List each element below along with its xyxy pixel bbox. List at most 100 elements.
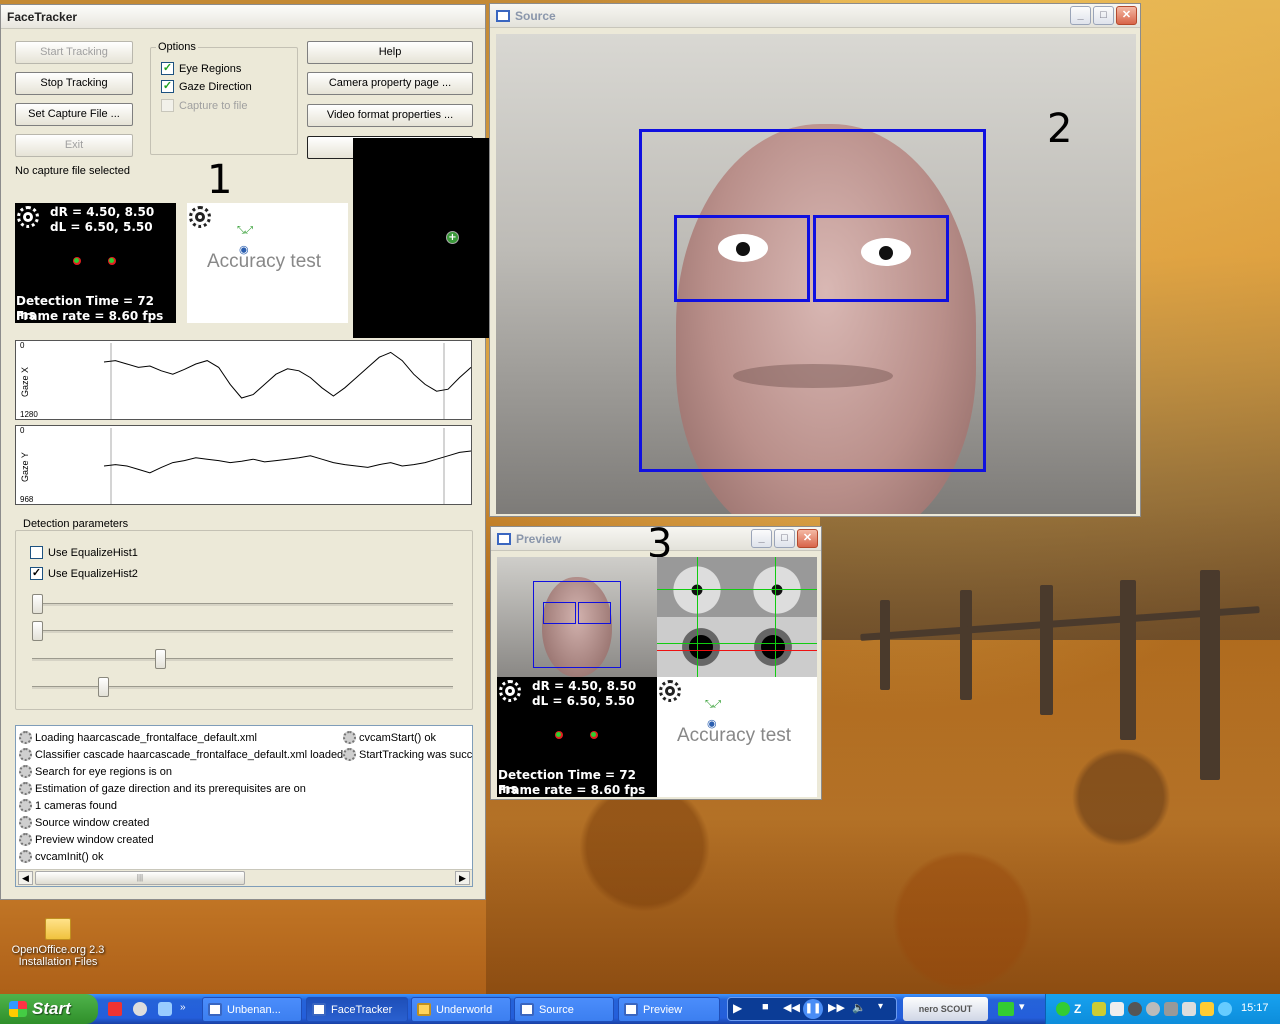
capture-to-file-checkbox[interactable]: Capture to file	[161, 99, 247, 112]
slider-thumb[interactable]	[32, 621, 43, 641]
gaze-direction-checkbox[interactable]: ✓ Gaze Direction	[161, 80, 252, 93]
green-arrow-icon[interactable]	[998, 1002, 1014, 1016]
start-button[interactable]: Start	[0, 994, 98, 1024]
eye-closeups	[657, 557, 817, 677]
desktop-icon-openoffice[interactable]: OpenOffice.org 2.3 Installation Files	[4, 918, 112, 968]
task-underworld[interactable]: Underworld	[411, 997, 511, 1022]
close-icon[interactable]: ✕	[1116, 6, 1137, 25]
dr-value: dR = 4.50, 8.50	[50, 205, 155, 219]
pupil-dot-icon	[590, 731, 598, 739]
help-button[interactable]: Help	[307, 41, 473, 64]
slider-track[interactable]	[32, 603, 453, 606]
tray-icon[interactable]	[1110, 1002, 1124, 1016]
stop-icon[interactable]: ■	[762, 1001, 769, 1013]
gear-icon	[19, 816, 32, 829]
task-source[interactable]: Source	[514, 997, 614, 1022]
slider-thumb[interactable]	[32, 594, 43, 614]
quicklaunch-expand-icon[interactable]: »	[180, 1002, 186, 1013]
facetracker-titlebar[interactable]: FaceTracker	[1, 5, 485, 29]
gear-icon	[19, 833, 32, 846]
preview-accuracy-panel: ⤡⤢ ◉ Accuracy test	[657, 677, 817, 797]
set-capture-file-button[interactable]: Set Capture File ...	[15, 103, 133, 126]
slider-track[interactable]	[32, 658, 453, 661]
left-eye-box	[813, 215, 949, 302]
maximize-icon[interactable]: □	[1093, 6, 1114, 25]
start-tracking-button[interactable]: Start Tracking	[15, 41, 133, 64]
stats-panel: dR = 4.50, 8.50 dL = 6.50, 5.50 Detectio…	[15, 203, 176, 323]
logo-swirl-icon	[17, 206, 39, 228]
tray-icon[interactable]	[1164, 1002, 1178, 1016]
tray-icon[interactable]	[1146, 1002, 1160, 1016]
frame-rate: Frame rate = 8.60 fps	[16, 309, 164, 323]
gear-icon	[19, 765, 32, 778]
tray-icon[interactable]	[1128, 1002, 1142, 1016]
slider-thumb[interactable]	[97, 677, 109, 697]
tray-icon[interactable]	[1200, 1002, 1214, 1016]
minimize-icon[interactable]: _	[1070, 6, 1091, 25]
gear-icon	[19, 850, 32, 863]
eye-regions-checkbox[interactable]: ✓ Eye Regions	[161, 62, 241, 75]
maximize-icon[interactable]: □	[774, 529, 795, 548]
exit-button[interactable]: Exit	[15, 134, 133, 157]
fence-post	[960, 590, 972, 700]
scroll-right-icon[interactable]: ▶	[455, 871, 470, 885]
video-format-properties-button[interactable]: Video format properties ...	[307, 104, 473, 127]
gaze-y-chart	[103, 428, 472, 504]
face-detection-box	[533, 581, 621, 668]
slider-track[interactable]	[32, 686, 453, 689]
pupil-dot-icon	[108, 257, 116, 265]
quicklaunch-icon[interactable]	[133, 1002, 147, 1016]
app-icon	[208, 1003, 222, 1016]
folder-icon	[45, 918, 71, 940]
camera-property-page-button[interactable]: Camera property page ...	[307, 72, 473, 95]
nero-scout-toolbar[interactable]: nero SCOUT	[903, 997, 988, 1021]
task-preview[interactable]: Preview	[618, 997, 720, 1022]
clock[interactable]: 15:17	[1241, 1002, 1269, 1014]
stop-tracking-button[interactable]: Stop Tracking	[15, 72, 133, 95]
pause-icon[interactable]: ❚❚	[803, 999, 823, 1019]
media-player-toolbar: ▶ ■ ◀◀ ❚❚ ▶▶ 🔈 ▾	[727, 997, 897, 1021]
tray-icon[interactable]	[1182, 1002, 1196, 1016]
tray-icon[interactable]	[1092, 1002, 1106, 1016]
volume-icon[interactable]: 🔈	[852, 1001, 866, 1014]
equalizehist1-checkbox[interactable]: Use EqualizeHist1	[30, 546, 138, 559]
fence-post	[1040, 585, 1053, 715]
previous-icon[interactable]: ◀◀	[783, 1001, 800, 1014]
scroll-left-icon[interactable]: ◀	[18, 871, 33, 885]
tray-clock-icon[interactable]	[1056, 1002, 1070, 1016]
quicklaunch-icon[interactable]	[108, 1002, 122, 1016]
crosshair-line	[697, 557, 698, 677]
logo-swirl-icon	[659, 680, 681, 702]
log-entry-text: 1 cameras found	[35, 799, 117, 812]
dropdown-icon[interactable]: ▾	[1019, 1000, 1025, 1013]
close-icon[interactable]: ✕	[797, 529, 818, 548]
camera-feed: 2	[496, 34, 1136, 514]
horizontal-scrollbar[interactable]: ◀ ||| ▶	[16, 869, 472, 886]
checkbox-checked-icon: ✓	[161, 80, 174, 93]
gaze-y-line	[103, 450, 472, 474]
source-titlebar[interactable]: Source _ □ ✕	[490, 4, 1140, 28]
equalizehist2-checkbox[interactable]: ✓ Use EqualizeHist2	[30, 567, 138, 580]
log-list[interactable]: Loading haarcascade_frontalface_default.…	[15, 725, 473, 887]
quicklaunch-icon[interactable]	[158, 1002, 172, 1016]
log-entry: Estimation of gaze direction and its pre…	[19, 782, 306, 795]
play-icon[interactable]: ▶	[733, 1001, 742, 1015]
slider-thumb[interactable]	[155, 649, 166, 669]
preview-camera-thumbnail	[497, 557, 657, 677]
task-facetracker[interactable]: FaceTracker	[306, 997, 408, 1022]
checkbox-checked-icon: ✓	[161, 62, 174, 75]
minimize-icon[interactable]: _	[751, 529, 772, 548]
scroll-thumb[interactable]: |||	[35, 871, 245, 885]
accuracy-text: Accuracy test	[207, 251, 322, 272]
tray-icon[interactable]	[1218, 1002, 1232, 1016]
task-unbenannt[interactable]: Unbenan...	[202, 997, 302, 1022]
log-entry: 1 cameras found	[19, 799, 117, 812]
tray-z-icon[interactable]: Z	[1074, 1002, 1088, 1016]
next-icon[interactable]: ▶▶	[828, 1001, 845, 1014]
preview-window: Preview _ □ ✕ 3 dR = 4.50, 8.50 dL = 6.5…	[490, 521, 822, 800]
gear-icon	[343, 731, 356, 744]
slider-track[interactable]	[32, 630, 453, 633]
gaze-y-plot: 0 968 Gaze Y	[15, 425, 472, 505]
dropdown-icon[interactable]: ▾	[878, 1001, 883, 1012]
log-entry: Classifier cascade haarcascade_frontalfa…	[19, 748, 343, 761]
